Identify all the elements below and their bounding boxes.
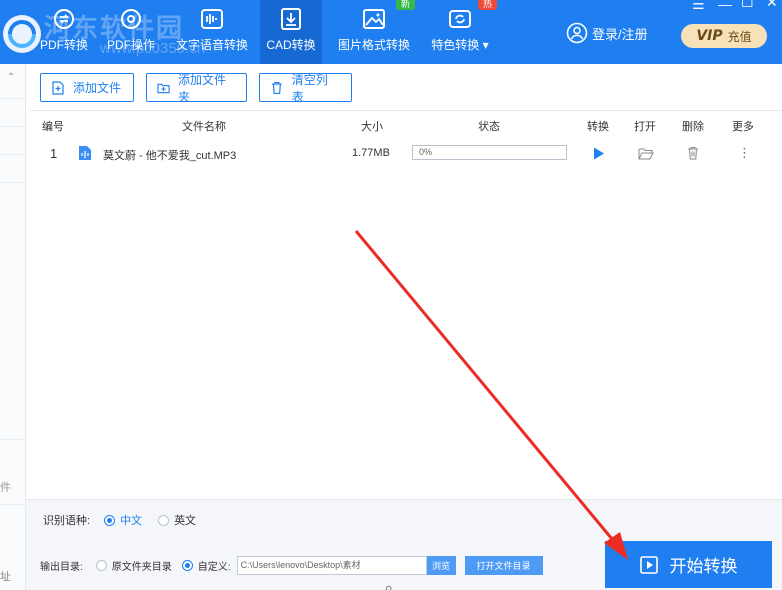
chevron-up-icon[interactable]: ⌃ [7, 72, 15, 83]
col-filename: 文件名称 [182, 121, 226, 133]
tab-label: 文字语音转换 [175, 38, 248, 52]
divider [0, 504, 25, 505]
col-status: 状态 [478, 121, 500, 133]
radio-original-folder[interactable] [95, 560, 107, 571]
add-folder-button[interactable]: 添加文件夹 [146, 72, 247, 104]
output-custom-label: 自定义: [197, 562, 231, 573]
recharge-label: 充值 [727, 29, 752, 44]
start-convert-label: 开始转换 [669, 557, 738, 576]
mouse-cursor-icon: ○ [385, 581, 393, 590]
output-label: 输出目录: [40, 562, 83, 573]
browse-button[interactable]: 浏览 [426, 556, 456, 575]
hot-badge: 热 [478, 0, 498, 10]
divider [30, 110, 782, 111]
output-original-label: 原文件夹目录 [111, 562, 172, 573]
add-folder-icon [157, 83, 170, 93]
audio-wave-icon [201, 9, 223, 29]
open-folder-button[interactable]: 打开文件目录 [464, 556, 543, 575]
tab-text-speech[interactable]: 文字语音转换 [172, 0, 252, 64]
col-index: 编号 [42, 121, 64, 133]
file-table-header: 编号 文件名称 大小 状态 转换 打开 删除 更多 [30, 118, 782, 134]
lang-english-label: 英文 [174, 515, 197, 527]
divider [0, 154, 25, 155]
pdf-operate-icon [121, 9, 141, 29]
lang-label: 识别语种: [43, 515, 91, 527]
output-path-field[interactable]: C:\Users\lenovo\Desktop\素材 [236, 556, 427, 575]
image-icon [363, 9, 385, 29]
new-badge: 新 [396, 0, 416, 10]
maximize-icon[interactable]: ☐ [741, 0, 754, 11]
vip-label: VIP [696, 28, 723, 44]
sidebar-char: 件 [0, 482, 11, 494]
tab-label: CAD转换 [266, 38, 316, 52]
login-label: 登录/注册 [592, 26, 648, 42]
play-icon [639, 555, 658, 574]
trash-icon [271, 81, 282, 94]
output-options: 输出目录: 原文件夹目录 自定义: C:\Users\lenovo\Deskto… [40, 556, 543, 575]
tab-label: PDF转换 [40, 38, 89, 52]
play-convert-icon[interactable] [593, 147, 605, 160]
tab-label-text: 特色转换 [431, 38, 480, 52]
left-sidebar: ⌃ 件 [0, 64, 26, 590]
divider [0, 439, 25, 440]
radio-chinese[interactable] [104, 514, 116, 526]
col-open: 打开 [634, 121, 656, 133]
row-index: 1 [50, 146, 58, 161]
language-options: 识别语种: 中文 英文 [43, 512, 196, 528]
delete-trash-icon[interactable] [687, 146, 699, 160]
audio-file-icon [79, 146, 91, 160]
pdf-convert-icon [54, 9, 74, 29]
more-options-icon[interactable]: ⋮ [738, 145, 751, 161]
clear-list-label: 清空列表 [291, 72, 328, 104]
open-folder-icon[interactable] [638, 147, 654, 160]
vip-recharge-button[interactable]: VIP 充值 [681, 24, 767, 48]
close-icon[interactable]: ✕ [766, 0, 778, 11]
minimize-icon[interactable]: — [718, 0, 732, 12]
start-convert-button[interactable]: 开始转换 [605, 541, 772, 588]
lang-chinese-label: 中文 [120, 515, 143, 527]
col-convert: 转换 [587, 121, 609, 133]
login-register-button[interactable]: 登录/注册 [566, 22, 648, 44]
tab-cad[interactable]: CAD转换 [260, 0, 322, 64]
tab-pdf-convert[interactable]: PDF转换 [40, 0, 88, 64]
sidebar-char: 址 [0, 571, 11, 583]
divider [0, 98, 25, 99]
tab-label: 图片格式转换 [337, 38, 410, 52]
clear-list-button[interactable]: 清空列表 [259, 72, 352, 104]
menu-icon[interactable]: ☰ [692, 0, 705, 13]
progress-text: 0% [419, 147, 433, 157]
toolbar: 添加文件 添加文件夹 清空列表 [40, 72, 352, 104]
row-filename: 莫文蔚 - 他不爱我_cut.MP3 [103, 150, 237, 162]
row-size: 1.77MB [352, 147, 390, 159]
table-row[interactable]: 1 莫文蔚 - 他不爱我_cut.MP3 1.77MB 0% ⋮ [30, 144, 782, 164]
radio-english[interactable] [158, 514, 170, 526]
add-folder-label: 添加文件夹 [178, 72, 227, 104]
divider [0, 182, 25, 183]
user-icon [566, 22, 588, 44]
add-file-icon [52, 80, 64, 95]
tab-label: PDF操作 [106, 38, 155, 52]
special-convert-icon [449, 10, 471, 28]
divider [0, 126, 25, 127]
add-file-label: 添加文件 [73, 81, 122, 95]
progress-bar: 0% [412, 145, 567, 160]
top-bar: 河东软件园 www.pc0359.cn PDF转换 PDF操作 文字语音转换 C… [0, 0, 782, 64]
radio-custom-folder[interactable] [181, 560, 193, 571]
cad-icon [281, 8, 301, 30]
tab-pdf-operate[interactable]: PDF操作 [105, 0, 157, 64]
col-size: 大小 [361, 121, 383, 133]
add-file-button[interactable]: 添加文件 [40, 73, 134, 102]
col-delete: 删除 [682, 121, 704, 133]
dropdown-caret-icon: ▾ [482, 38, 489, 52]
tab-label: 特色转换 ▾ [431, 36, 488, 53]
col-more: 更多 [732, 121, 754, 133]
